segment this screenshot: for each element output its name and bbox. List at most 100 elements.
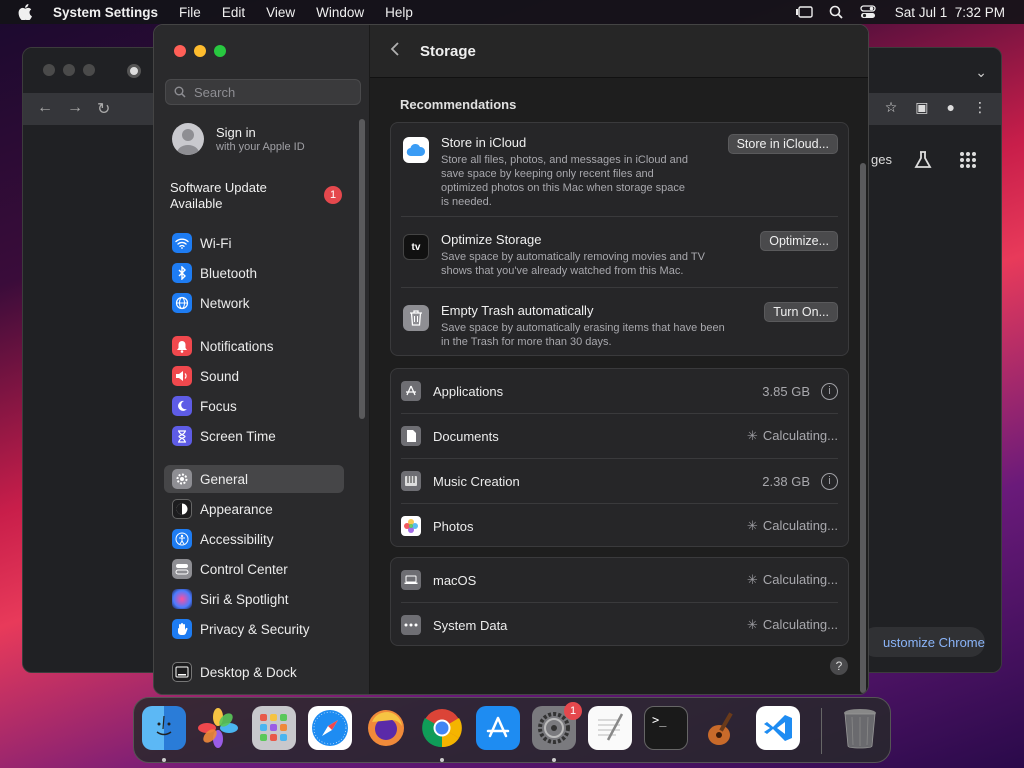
- optimize-button[interactable]: Optimize...: [760, 231, 838, 251]
- storage-row-system-data[interactable]: System Data ✳ Calculating...: [401, 615, 838, 635]
- avatar-icon: [172, 123, 204, 155]
- control-center-icon[interactable]: [859, 4, 877, 20]
- sidebar-scrollbar[interactable]: [359, 119, 365, 419]
- reload-icon[interactable]: ↻: [97, 99, 110, 119]
- photos-icon: [401, 516, 421, 536]
- sidebar-item-control-center[interactable]: Control Center: [164, 555, 344, 583]
- info-icon[interactable]: i: [821, 382, 838, 400]
- sidebar-item-focus[interactable]: Focus: [164, 392, 344, 420]
- finder-icon[interactable]: [142, 706, 186, 750]
- main-scrollbar[interactable]: [860, 163, 866, 693]
- software-update-item[interactable]: Software Update Available 1: [170, 180, 342, 212]
- chrome-tab-favicon-icon[interactable]: [127, 64, 141, 78]
- side-panel-icon[interactable]: ▣: [915, 99, 928, 116]
- minimize-button[interactable]: [194, 45, 206, 57]
- menu-clock[interactable]: Sat Jul 1 7:32 PM: [895, 5, 1005, 20]
- spotlight-search-icon[interactable]: [827, 4, 845, 20]
- sidebar-item-notifications[interactable]: Notifications: [164, 332, 344, 360]
- sidebar-item-network[interactable]: Network: [164, 289, 344, 317]
- status-text: Calculating...: [762, 428, 838, 443]
- music-creation-icon: [401, 471, 421, 491]
- labs-flask-icon[interactable]: [913, 150, 933, 175]
- sidebar-item-sound[interactable]: Sound: [164, 362, 344, 390]
- chrome-minimize-button[interactable]: [63, 64, 75, 76]
- storage-row-applications[interactable]: Applications 3.85 GB i: [401, 381, 838, 401]
- divider: [401, 413, 838, 414]
- info-icon[interactable]: i: [821, 472, 838, 490]
- back-chevron-icon[interactable]: [390, 41, 410, 62]
- storage-label: Applications: [433, 383, 504, 399]
- ellipsis-icon: [401, 615, 421, 635]
- app-store-icon: [401, 381, 421, 401]
- customize-chrome-button[interactable]: ustomize Chrome: [861, 627, 985, 657]
- menu-window[interactable]: Window: [316, 5, 364, 20]
- forward-arrow-icon[interactable]: →: [67, 99, 83, 119]
- safari-icon[interactable]: [308, 706, 352, 750]
- turn-on-button[interactable]: Turn On...: [764, 302, 838, 322]
- chrome-icon[interactable]: [420, 706, 464, 750]
- recommendations-heading: Recommendations: [400, 97, 517, 112]
- sidebar-item-siri-spotlight[interactable]: Siri & Spotlight: [164, 585, 344, 613]
- storage-categories-card: Applications 3.85 GB i Documents ✳ Calcul…: [390, 368, 849, 547]
- chevron-down-icon[interactable]: ⌄: [975, 64, 987, 81]
- desc-line: Save space by automatically erasing item…: [441, 322, 725, 334]
- zoom-button[interactable]: [214, 45, 226, 57]
- menu-view[interactable]: View: [266, 5, 295, 20]
- apple-menu-icon[interactable]: [18, 4, 36, 20]
- sidebar-item-accessibility[interactable]: Accessibility: [164, 525, 344, 553]
- back-arrow-icon[interactable]: ←: [37, 99, 53, 119]
- sidebar-item-bluetooth[interactable]: Bluetooth: [164, 259, 344, 287]
- store-in-icloud-button[interactable]: Store in iCloud...: [727, 134, 838, 154]
- menu-app-name[interactable]: System Settings: [53, 5, 158, 20]
- sidebar-item-label: Screen Time: [200, 428, 276, 444]
- garageband-icon[interactable]: [700, 706, 744, 750]
- chrome-zoom-button[interactable]: [83, 64, 95, 76]
- status-text: Calculating...: [762, 617, 838, 632]
- photos-icon[interactable]: [196, 706, 240, 750]
- menu-file[interactable]: File: [179, 5, 201, 20]
- sidebar-item-desktop-dock[interactable]: Desktop & Dock: [164, 658, 344, 686]
- spinner-icon: ✳: [746, 617, 758, 632]
- menu-edit[interactable]: Edit: [222, 5, 245, 20]
- storage-row-documents[interactable]: Documents ✳ Calculating...: [401, 426, 838, 446]
- trash-icon[interactable]: [838, 706, 882, 750]
- sidebar-item-general[interactable]: General: [164, 465, 344, 493]
- sidebar-item-screen-time[interactable]: Screen Time: [164, 422, 344, 450]
- help-button[interactable]: ?: [830, 657, 848, 675]
- close-button[interactable]: [174, 45, 186, 57]
- apple-tv-text: tv: [411, 241, 421, 253]
- system-settings-icon[interactable]: 1: [532, 702, 582, 750]
- sidebar-item-label: Appearance: [200, 501, 273, 517]
- apple-id-signin[interactable]: Sign in with your Apple ID: [172, 123, 305, 155]
- textedit-icon[interactable]: [588, 706, 632, 750]
- sidebar-item-privacy-security[interactable]: Privacy & Security: [164, 615, 344, 643]
- system-storage-card: macOS ✳ Calculating... System Data ✳ Calcu…: [390, 557, 849, 646]
- finder-running-dot: [162, 758, 166, 762]
- system-settings-window: Search Sign in with your Apple ID Softwa…: [153, 24, 869, 695]
- sidebar-item-appearance[interactable]: Appearance: [164, 495, 344, 523]
- vscode-icon[interactable]: [756, 706, 800, 750]
- chrome-partial-link[interactable]: ges: [871, 152, 892, 167]
- sidebar-item-wifi[interactable]: Wi-Fi: [164, 229, 344, 257]
- bookmark-star-icon[interactable]: ☆: [885, 99, 898, 116]
- laptop-icon: [401, 570, 421, 590]
- storage-row-photos[interactable]: Photos ✳ Calculating...: [401, 516, 838, 536]
- terminal-prompt: >_: [652, 713, 667, 727]
- stage-manager-icon[interactable]: [795, 4, 813, 20]
- google-apps-icon[interactable]: [959, 151, 977, 174]
- firefox-icon[interactable]: [364, 706, 408, 750]
- sidebar-item-label: Desktop & Dock: [200, 664, 297, 680]
- launchpad-icon[interactable]: [252, 706, 296, 750]
- search-field[interactable]: Search: [165, 79, 361, 105]
- profile-icon[interactable]: ●: [947, 99, 955, 116]
- chrome-close-button[interactable]: [43, 64, 55, 76]
- desc-line: Save space by automatically removing mov…: [441, 251, 705, 263]
- kebab-menu-icon[interactable]: ⋮: [973, 99, 987, 116]
- storage-row-macos[interactable]: macOS ✳ Calculating...: [401, 570, 838, 590]
- terminal-icon[interactable]: >_: [644, 706, 688, 750]
- trash-icon: [403, 305, 429, 331]
- accessibility-icon: [172, 529, 192, 549]
- storage-row-music-creation[interactable]: Music Creation 2.38 GB i: [401, 471, 838, 491]
- menu-help[interactable]: Help: [385, 5, 413, 20]
- app-store-icon[interactable]: [476, 706, 520, 750]
